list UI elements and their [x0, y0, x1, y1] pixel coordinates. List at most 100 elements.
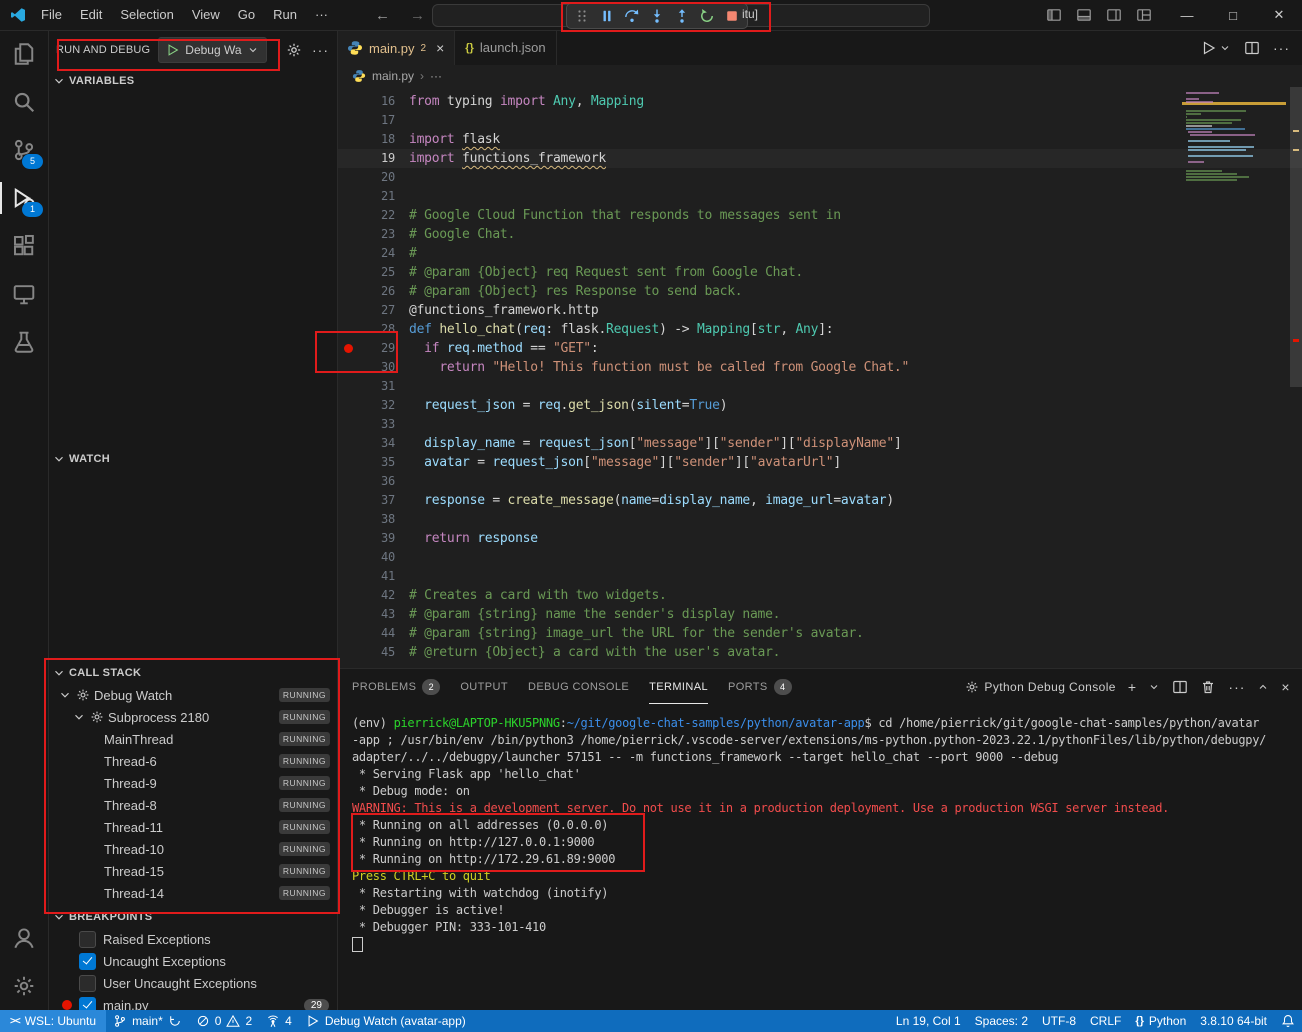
chevron-down-icon[interactable] — [58, 688, 72, 702]
breakpoint-gutter[interactable] — [337, 472, 359, 491]
code-text[interactable]: avatar = request_json["message"]["sender… — [395, 453, 841, 472]
breakpoint-gutter[interactable] — [337, 111, 359, 130]
breakpoint-checkbox[interactable] — [79, 975, 96, 992]
breakpoint-gutter[interactable] — [337, 225, 359, 244]
breakpoint-gutter[interactable] — [337, 567, 359, 586]
breakpoint-gutter[interactable] — [337, 244, 359, 263]
code-text[interactable] — [395, 187, 409, 206]
callstack-row[interactable]: Thread-11RUNNING — [48, 816, 337, 838]
code-text[interactable]: return "Hello! This function must be cal… — [395, 358, 909, 377]
callstack-row[interactable]: Thread-9RUNNING — [48, 772, 337, 794]
code-text[interactable]: # Google Chat. — [395, 225, 515, 244]
tab-ports[interactable]: PORTS 4 — [728, 670, 792, 704]
encoding-indicator[interactable]: UTF-8 — [1035, 1010, 1083, 1032]
restart-button[interactable] — [699, 8, 715, 24]
breakpoint-gutter[interactable] — [337, 320, 359, 339]
more-actions-icon[interactable]: ··· — [1273, 40, 1290, 56]
navigate-back-button[interactable]: ← — [375, 7, 390, 24]
step-into-button[interactable] — [649, 8, 665, 24]
code-area[interactable]: 16from typing import Any, Mapping1718imp… — [337, 87, 1302, 668]
tab-problems[interactable]: PROBLEMS 2 — [352, 670, 440, 704]
code-text[interactable]: return response — [395, 529, 538, 548]
forwarded-ports-indicator[interactable]: 4 — [259, 1010, 299, 1032]
code-text[interactable]: request_json = req.get_json(silent=True) — [395, 396, 727, 415]
tab-main-py[interactable]: main.py 2 × — [337, 30, 455, 65]
code-text[interactable]: def hello_chat(req: flask.Request) -> Ma… — [395, 320, 833, 339]
kill-terminal-icon[interactable] — [1200, 679, 1216, 695]
code-text[interactable]: # @param {string} image_url the URL for … — [395, 624, 864, 643]
git-branch-indicator[interactable]: main* — [106, 1010, 189, 1032]
minimize-button[interactable]: — — [1164, 0, 1210, 30]
extensions-icon[interactable] — [0, 222, 48, 270]
tab-debug-console[interactable]: DEBUG CONSOLE — [528, 670, 629, 704]
breakpoint-gutter[interactable] — [337, 396, 359, 415]
account-icon[interactable] — [0, 914, 48, 962]
menu-item-edit[interactable]: Edit — [71, 0, 111, 30]
breakpoint-gutter[interactable] — [337, 434, 359, 453]
callstack-row[interactable]: Subprocess 2180RUNNING — [48, 706, 337, 728]
language-mode[interactable]: {} Python — [1128, 1010, 1193, 1032]
customize-layout-icon[interactable] — [1136, 7, 1152, 23]
indentation-indicator[interactable]: Spaces: 2 — [968, 1010, 1035, 1032]
code-text[interactable]: response = create_message(name=display_n… — [395, 491, 894, 510]
settings-gear-icon[interactable] — [0, 962, 48, 1010]
breakpoint-row[interactable]: main.py29 — [48, 994, 337, 1010]
testing-icon[interactable] — [0, 318, 48, 366]
toggle-sidebar-icon[interactable] — [1046, 7, 1062, 23]
code-text[interactable]: @functions_framework.http — [395, 301, 598, 320]
breakpoint-gutter[interactable] — [337, 263, 359, 282]
code-text[interactable]: import flask — [395, 130, 500, 149]
launch-config-dropdown[interactable]: Debug Wa — [158, 37, 266, 63]
code-text[interactable]: # Creates a card with two widgets. — [395, 586, 667, 605]
code-text[interactable] — [395, 472, 409, 491]
breakpoint-gutter[interactable] — [337, 415, 359, 434]
step-over-button[interactable] — [624, 8, 640, 24]
breakpoint-checkbox[interactable] — [79, 997, 96, 1011]
breakpoint-gutter[interactable] — [337, 168, 359, 187]
code-text[interactable]: # Google Cloud Function that responds to… — [395, 206, 841, 225]
notifications-bell[interactable] — [1274, 1010, 1302, 1032]
breakpoint-gutter[interactable] — [337, 491, 359, 510]
breakpoint-gutter[interactable] — [337, 339, 359, 358]
run-and-debug-icon[interactable]: 1 — [0, 174, 48, 222]
close-panel-icon[interactable]: × — [1281, 679, 1290, 695]
breakpoints-header[interactable]: BREAKPOINTS — [48, 906, 337, 928]
split-terminal-icon[interactable] — [1172, 679, 1188, 695]
code-text[interactable]: # @param {Object} req Request sent from … — [395, 263, 803, 282]
terminal-dropdown-icon[interactable] — [1148, 681, 1160, 693]
callstack-row[interactable]: Thread-14RUNNING — [48, 882, 337, 904]
cursor-position[interactable]: Ln 19, Col 1 — [889, 1010, 968, 1032]
menu-item-file[interactable]: File — [32, 0, 71, 30]
active-terminal-selector[interactable]: Python Debug Console — [965, 680, 1115, 694]
code-text[interactable] — [395, 510, 409, 529]
breakpoint-checkbox[interactable] — [79, 931, 96, 948]
breakpoint-gutter[interactable] — [337, 643, 359, 662]
breakpoint-gutter[interactable] — [337, 529, 359, 548]
eol-indicator[interactable]: CRLF — [1083, 1010, 1128, 1032]
breadcrumb-item[interactable]: ··· — [430, 69, 442, 83]
breadcrumb-item[interactable]: main.py — [372, 69, 414, 83]
problems-indicator[interactable]: 0 2 — [189, 1010, 259, 1032]
stop-button[interactable] — [724, 8, 740, 24]
breakpoint-gutter[interactable] — [337, 206, 359, 225]
breakpoint-row[interactable]: User Uncaught Exceptions — [48, 972, 337, 994]
debug-settings-gear-icon[interactable] — [286, 42, 302, 58]
search-icon[interactable] — [0, 78, 48, 126]
tab-launch-json[interactable]: {} launch.json — [455, 30, 556, 65]
code-text[interactable]: from typing import Any, Mapping — [395, 92, 644, 111]
breakpoint-checkbox[interactable] — [79, 953, 96, 970]
drag-handle-icon[interactable] — [574, 8, 590, 24]
breakpoint-gutter[interactable] — [337, 377, 359, 396]
breakpoint-row[interactable]: Uncaught Exceptions — [48, 950, 337, 972]
toggle-panel-icon[interactable] — [1076, 7, 1092, 23]
code-text[interactable] — [395, 415, 409, 434]
breakpoint-gutter[interactable] — [337, 510, 359, 529]
code-text[interactable] — [395, 377, 409, 396]
callstack-row[interactable]: MainThreadRUNNING — [48, 728, 337, 750]
breakpoint-gutter[interactable] — [337, 92, 359, 111]
debug-session-indicator[interactable]: Debug Watch (avatar-app) — [299, 1010, 473, 1032]
more-actions-icon[interactable]: ··· — [312, 42, 329, 58]
pause-button[interactable] — [599, 8, 615, 24]
variables-header[interactable]: VARIABLES — [48, 70, 337, 92]
code-text[interactable]: # @param {Object} res Response to send b… — [395, 282, 742, 301]
